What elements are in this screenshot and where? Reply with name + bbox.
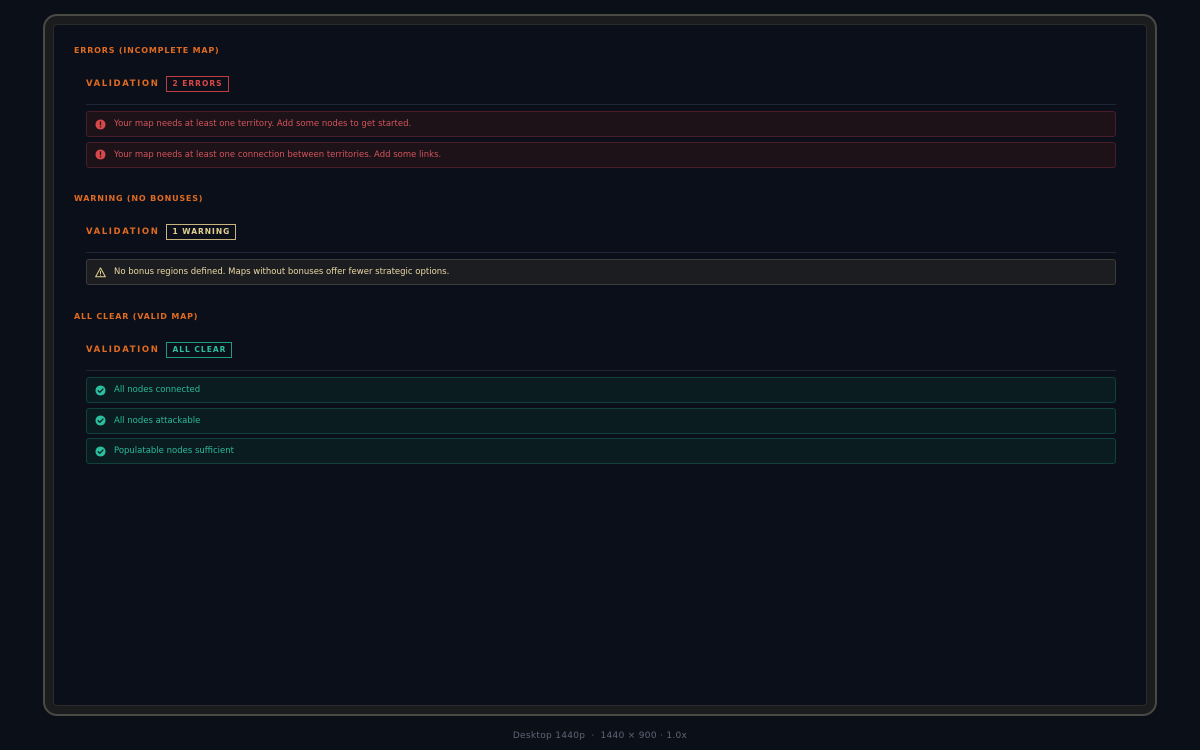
validation-header: VALIDATION 2 ERRORS [86,74,1116,105]
error-list: Your map needs at least one territory. A… [86,111,1116,168]
check-item: All nodes connected [86,377,1116,403]
check-message: All nodes connected [114,385,201,395]
error-item: Your map needs at least one territory. A… [86,111,1116,137]
resolution-label: 1440 × 900 · 1.0x [600,731,688,741]
error-item: Your map needs at least one connection b… [86,141,1116,168]
validation-label: VALIDATION [86,227,160,237]
clear-section: ALL CLEAR (VALID MAP) VALIDATION ALL CLE… [74,311,1116,469]
error-message: Your map needs at least one connection b… [114,149,442,160]
validation-label: VALIDATION [86,79,160,89]
separator: · [591,731,595,741]
screen: ERRORS (INCOMPLETE MAP) VALIDATION 2 ERR… [53,24,1147,706]
validation-header: VALIDATION 1 WARNING [86,222,1116,253]
check-message: All nodes attackable [114,415,201,426]
validation-label: VALIDATION [86,345,160,355]
error-circle-icon [95,118,106,130]
error-count-badge: 2 ERRORS [166,76,229,92]
warning-list: No bonus regions defined. Maps without b… [86,259,1116,285]
viewport-caption: Desktop 1440p · 1440 × 900 · 1.0x [0,731,1200,741]
warning-message: No bonus regions defined. Maps without b… [114,267,450,277]
error-circle-icon [95,149,106,160]
warning-section: WARNING (NO BONUSES) VALIDATION 1 WARNIN… [74,193,1116,290]
check-circle-icon [95,384,106,396]
check-message: Populatable nodes sufficient [114,446,234,456]
section-title: ERRORS (INCOMPLETE MAP) [74,46,220,55]
error-message: Your map needs at least one territory. A… [114,119,412,129]
warning-triangle-icon [95,266,106,277]
device-label: Desktop 1440p [512,731,586,741]
warning-count-badge: 1 WARNING [166,224,237,240]
check-item: All nodes attackable [86,407,1116,434]
errors-section: ERRORS (INCOMPLETE MAP) VALIDATION 2 ERR… [74,45,1116,172]
all-clear-badge: ALL CLEAR [166,342,233,358]
device-frame: ERRORS (INCOMPLETE MAP) VALIDATION 2 ERR… [43,14,1157,716]
check-list: All nodes connected All nodes attackable… [86,377,1116,464]
section-title: ALL CLEAR (VALID MAP) [74,312,199,321]
check-item: Populatable nodes sufficient [86,438,1116,464]
check-circle-icon [95,415,106,426]
warning-item: No bonus regions defined. Maps without b… [86,259,1116,285]
section-title: WARNING (NO BONUSES) [74,194,204,203]
check-circle-icon [95,445,106,457]
validation-header: VALIDATION ALL CLEAR [86,340,1116,371]
